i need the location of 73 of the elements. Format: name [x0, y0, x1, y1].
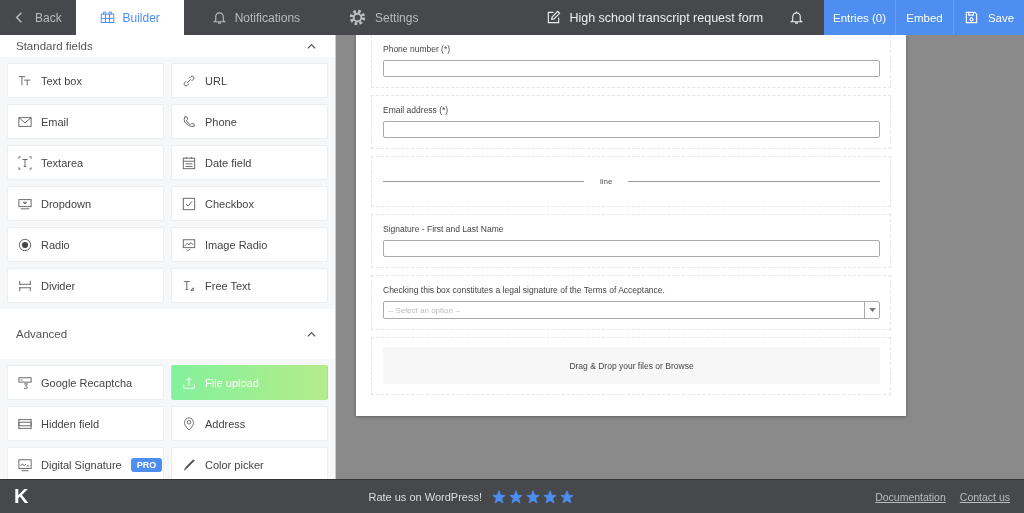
field-type-icon: [182, 237, 196, 252]
star-icon[interactable]: [508, 489, 523, 504]
star-icon[interactable]: [491, 489, 506, 504]
field-type-icon: [18, 73, 32, 88]
input-field[interactable]: [383, 240, 880, 257]
back-link[interactable]: Back: [0, 0, 76, 35]
field-type-item[interactable]: Email: [7, 104, 164, 139]
pro-badge: PRO: [130, 457, 163, 472]
field-type-item[interactable]: Divider: [7, 268, 164, 303]
field-type-item[interactable]: Text box: [7, 63, 164, 98]
bell-icon: [211, 10, 227, 25]
form-field-block[interactable]: Phone number (*): [371, 35, 891, 88]
star-icon[interactable]: [542, 489, 557, 504]
rate-text: Rate us on WordPress!: [368, 490, 482, 503]
section-title: Advanced: [16, 328, 68, 340]
field-type-item[interactable]: Date field: [171, 145, 328, 180]
star-rating[interactable]: [491, 489, 574, 504]
field-label: Phone number (*): [383, 44, 452, 54]
edit-icon[interactable]: [546, 10, 562, 25]
form-field-block[interactable]: Drag & Drop your files or Browse: [371, 337, 891, 395]
field-type-icon: [18, 278, 32, 293]
caret-icon: [868, 308, 876, 312]
field-type-item[interactable]: Phone: [171, 104, 328, 139]
field-label: Email address (*): [383, 105, 450, 115]
field-type-icon: [182, 196, 196, 211]
field-type-icon: [18, 155, 32, 170]
field-type-item[interactable]: Dropdown: [7, 186, 164, 221]
floppy-disk-icon: [963, 10, 979, 25]
field-type-item[interactable]: Free Text: [171, 268, 328, 303]
input-field[interactable]: [383, 60, 880, 77]
field-type-icon: [18, 114, 32, 129]
field-type-item[interactable]: Color picker: [171, 447, 328, 479]
field-type-item[interactable]: Address: [171, 406, 328, 441]
field-type-icon: [18, 375, 32, 390]
divider-label: line: [600, 176, 613, 186]
field-type-icon: [18, 457, 32, 472]
footer-link[interactable]: Documentation: [875, 490, 946, 503]
field-type-icon: [182, 278, 196, 293]
field-type-item[interactable]: Radio: [7, 227, 164, 262]
tab[interactable]: Settings: [328, 0, 447, 35]
form-field-block[interactable]: line: [371, 156, 891, 207]
field-type-icon: [18, 237, 32, 252]
form-field-block[interactable]: Email address (*): [371, 95, 891, 149]
bell-icon[interactable]: [789, 10, 804, 25]
input-field[interactable]: [383, 121, 880, 138]
field-type-item[interactable]: Digital Signature PRO: [7, 447, 164, 479]
form-title: High school transcript request form: [569, 10, 764, 25]
field-type-item[interactable]: Textarea: [7, 145, 164, 180]
field-label: Signature - First and Last Name: [383, 224, 505, 234]
form-field-block[interactable]: Signature - First and Last Name: [371, 214, 891, 268]
field-type-icon: [182, 155, 196, 170]
section-title: Standard fields: [16, 40, 93, 52]
field-type-item[interactable]: Google Recaptcha: [7, 365, 164, 400]
file-drop-zone[interactable]: Drag & Drop your files or Browse: [383, 347, 880, 384]
settings-icon: [348, 8, 368, 27]
logo: K: [14, 485, 29, 508]
star-icon[interactable]: [525, 489, 540, 504]
field-type-icon: [182, 114, 196, 129]
field-type-icon: [182, 416, 196, 431]
field-type-item[interactable]: Checkbox: [171, 186, 328, 221]
field-type-item[interactable]: URL: [171, 63, 328, 98]
star-icon[interactable]: [559, 489, 574, 504]
field-type-icon: [18, 416, 32, 431]
field-type-icon: [182, 73, 196, 88]
blocks-icon: [99, 10, 115, 25]
field-type-icon: [18, 196, 32, 211]
field-type-icon: [182, 457, 196, 472]
tab[interactable]: Notifications: [183, 0, 329, 35]
field-label: Checking this box constitutes a legal signature of the Terms of Acceptance.: [383, 285, 666, 295]
footer-link[interactable]: Contact us: [959, 490, 1010, 503]
field-type-item[interactable]: Hidden field: [7, 406, 164, 441]
field-type-item[interactable]: Image Radio: [171, 227, 328, 262]
field-type-icon: [182, 375, 196, 390]
